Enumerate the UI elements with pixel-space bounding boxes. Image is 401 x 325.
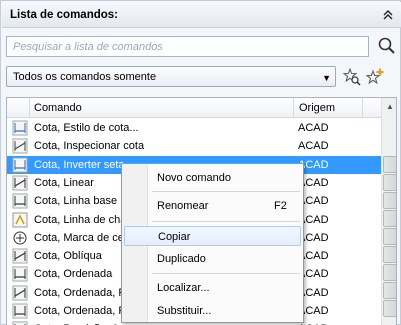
scrollbar-thumb[interactable] (383, 174, 396, 191)
scrollbar-thumb[interactable] (383, 246, 396, 263)
menu-separator (152, 221, 300, 222)
dimlinear-icon (12, 175, 28, 191)
scrollbar-thumb[interactable] (383, 192, 396, 209)
menu-item[interactable]: Novo comando (124, 168, 301, 188)
list-row[interactable]: Cota, Estilo de cota... ACAD (7, 119, 381, 137)
search-field[interactable] (6, 36, 369, 57)
command-name: Cota, Estilo de cota... (34, 122, 139, 134)
scrollbar-thumb[interactable] (383, 300, 396, 317)
dimordinate-x-icon (12, 285, 28, 301)
command-name: Cota, Marca de ce (34, 231, 124, 244)
scroll-up-icon[interactable]: ▲ (382, 98, 396, 115)
dimordinate-y-icon (12, 303, 28, 319)
dimflip-icon (12, 157, 28, 173)
collapse-icon[interactable] (381, 9, 395, 22)
menu-item-label: Substituir... (157, 305, 212, 317)
menu-item-label: Localizar... (157, 282, 210, 294)
dimjogline-icon (12, 212, 28, 228)
panel-title: Lista de comandos: (10, 9, 118, 21)
menu-item[interactable]: Copiar (124, 226, 301, 246)
search-icon[interactable] (377, 36, 397, 56)
menu-item-label: Novo comando (157, 172, 231, 184)
scrollbar-thumb[interactable] (383, 228, 396, 245)
command-name: Cota, Linha de cha (34, 213, 127, 226)
scrollbar-thumb[interactable] (383, 264, 396, 281)
scrollbar-thumb[interactable] (383, 210, 396, 227)
diminspect-icon (12, 138, 28, 154)
command-name: Cota, Ordenada (34, 268, 113, 281)
filter-dropdown[interactable]: Todos os comandos somente ▼ (6, 66, 336, 87)
command-name: Cota, Linear (34, 176, 94, 189)
column-header-command[interactable]: Comando (34, 102, 82, 114)
command-name: Cota, Ordenada, F (34, 286, 126, 299)
command-origin: ACAD (298, 140, 329, 153)
menu-separator (152, 273, 300, 274)
menu-item[interactable]: Localizar... (124, 278, 301, 298)
dimstyle-icon (12, 120, 28, 136)
command-name: Cota, Ordenada, F (34, 305, 126, 317)
column-divider (29, 98, 30, 118)
panel-header: Lista de comandos: (2, 2, 401, 28)
dimbaseline-icon (12, 193, 28, 209)
menu-separator (152, 191, 300, 192)
menu-item[interactable]: Renomear F2 (124, 196, 301, 216)
command-name: Cota, Inverter seta (34, 158, 125, 171)
command-name: Cota, Oblíqua (34, 250, 102, 263)
menu-item-label: Copiar (158, 231, 191, 243)
dimoblique-icon (12, 248, 28, 264)
menu-item[interactable]: Substituir... (124, 301, 301, 321)
star-new-icon[interactable] (365, 67, 385, 87)
star-search-icon[interactable] (342, 67, 362, 87)
filter-selected-value: Todos os comandos somente (13, 71, 157, 83)
command-name: Cota, Inspecionar cota (34, 140, 145, 153)
dimcenter-icon (12, 230, 28, 246)
command-origin: ACAD (298, 122, 329, 134)
column-divider[interactable] (362, 98, 363, 118)
scrollbar-thumb[interactable] (383, 282, 396, 299)
command-name: Cota, Linha base (34, 195, 118, 208)
list-row[interactable]: Cota, Inspecionar cota ACAD (7, 137, 381, 155)
list-header: Comando Origem (7, 98, 381, 118)
dimprecision-icon (12, 321, 28, 325)
menu-item-label: Duplicado (157, 253, 206, 265)
menu-item-label: Renomear (157, 200, 209, 212)
dimordinate-icon (12, 266, 28, 282)
context-menu: Novo comando Renomear F2 Copiar Duplicado Loc… (121, 163, 304, 323)
vertical-scrollbar[interactable]: ▲ (381, 98, 396, 325)
menu-item-shortcut: F2 (274, 200, 287, 212)
column-header-origin[interactable]: Origem (299, 102, 335, 114)
scrollbar-thumb[interactable] (383, 156, 396, 173)
column-divider[interactable] (293, 98, 294, 118)
dropdown-arrow-icon: ▼ (322, 73, 331, 83)
menu-item[interactable]: Duplicado (124, 249, 301, 269)
command-list-panel: Lista de comandos: Todos os comandos som… (0, 0, 401, 325)
search-input[interactable] (7, 37, 368, 56)
